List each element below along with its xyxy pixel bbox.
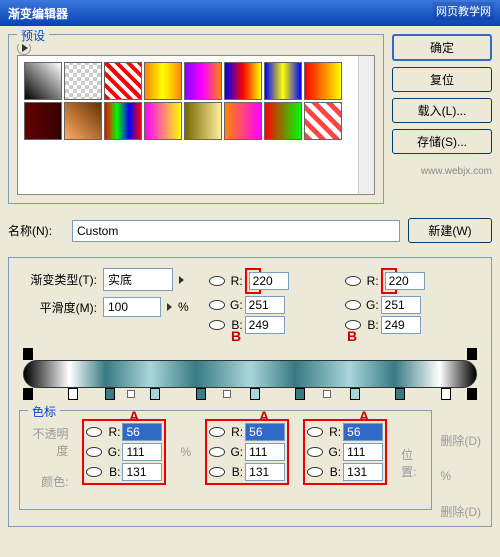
smooth-label: 平滑度(M): <box>19 299 97 316</box>
stops-group: 色标 不透明度 颜色: R: G: B: % R: <box>19 410 432 510</box>
radio-g[interactable] <box>86 447 102 457</box>
color-stop[interactable] <box>68 388 78 400</box>
a3-g[interactable] <box>343 443 383 461</box>
swatch[interactable] <box>24 62 62 100</box>
swatch[interactable] <box>144 102 182 140</box>
watermark: 网页教学网 <box>433 2 494 20</box>
color-stop[interactable] <box>350 388 360 400</box>
opacity-label: 不透明度 <box>26 425 68 459</box>
swatch[interactable] <box>304 62 342 100</box>
midpoint[interactable] <box>127 390 135 398</box>
a1-r[interactable] <box>122 423 162 441</box>
swatch[interactable] <box>304 102 342 140</box>
load-button[interactable]: 载入(L)... <box>392 98 492 123</box>
titlebar: 渐变编辑器 <box>0 0 500 26</box>
color-stop[interactable] <box>395 388 405 400</box>
a2-b[interactable] <box>245 463 285 481</box>
color-stop[interactable] <box>105 388 115 400</box>
swatch[interactable] <box>64 102 102 140</box>
name-input[interactable] <box>72 220 400 242</box>
color-stop[interactable] <box>441 388 451 400</box>
radio-r[interactable] <box>345 276 361 286</box>
marker-b: B <box>231 328 241 344</box>
name-label: 名称(N): <box>8 222 64 239</box>
opacity-stop[interactable] <box>23 348 33 360</box>
radio-r[interactable] <box>209 276 225 286</box>
delete-button-1[interactable]: 删除(D) <box>440 432 481 449</box>
a3-r[interactable] <box>343 423 383 441</box>
midpoint[interactable] <box>223 390 231 398</box>
a3-b[interactable] <box>343 463 383 481</box>
color-stop[interactable] <box>295 388 305 400</box>
opacity-stop[interactable] <box>467 348 477 360</box>
dialog-body: 预设 <box>0 26 500 535</box>
b1-b[interactable] <box>245 316 285 334</box>
pos-label: 位置: <box>401 446 425 490</box>
swatch[interactable] <box>264 102 302 140</box>
radio-r[interactable] <box>86 427 102 437</box>
swatch[interactable] <box>224 102 262 140</box>
grad-type-label: 渐变类型(T): <box>19 271 97 288</box>
stepper-icon[interactable] <box>167 303 172 311</box>
radio-r[interactable] <box>209 427 225 437</box>
color-stop[interactable] <box>250 388 260 400</box>
a1-b[interactable] <box>122 463 162 481</box>
a2-r[interactable] <box>245 423 285 441</box>
b1-g[interactable] <box>245 296 285 314</box>
swatch[interactable] <box>144 62 182 100</box>
watermark-url: www.webjx.com <box>392 166 492 177</box>
swatch[interactable] <box>24 102 62 140</box>
radio-g[interactable] <box>209 447 225 457</box>
b2-g[interactable] <box>381 296 421 314</box>
marker-b: B <box>347 328 357 344</box>
color-stop[interactable] <box>23 388 33 400</box>
a1-g[interactable] <box>122 443 162 461</box>
delete-column: 删除(D) % 删除(D) <box>440 410 481 520</box>
radio-b[interactable] <box>307 467 323 477</box>
delete-button-2[interactable]: 删除(D) <box>440 503 481 520</box>
radio-g[interactable] <box>209 300 225 310</box>
save-button[interactable]: 存储(S)... <box>392 129 492 154</box>
reset-button[interactable]: 复位 <box>392 67 492 92</box>
gradient-settings: 渐变类型(T): 实底 平滑度(M): % R: G: B: <box>8 257 492 527</box>
swatch[interactable] <box>104 62 142 100</box>
upper-rgb-columns: R: G: B: R: G: B: <box>209 268 421 334</box>
smooth-input[interactable] <box>103 297 161 317</box>
a2-g[interactable] <box>245 443 285 461</box>
color-label: 颜色: <box>26 473 68 490</box>
grad-type-select[interactable]: 实底 <box>103 268 173 291</box>
color-stop[interactable] <box>150 388 160 400</box>
swatch[interactable] <box>184 62 222 100</box>
radio-g[interactable] <box>345 300 361 310</box>
swatch[interactable] <box>104 102 142 140</box>
ok-button[interactable]: 确定 <box>392 34 492 61</box>
radio-b[interactable] <box>86 467 102 477</box>
presets-label: 预设 <box>17 27 49 44</box>
window-title: 渐变编辑器 <box>4 5 496 22</box>
radio-b[interactable] <box>209 467 225 477</box>
preset-swatches[interactable] <box>17 55 375 195</box>
b2-r[interactable] <box>385 272 425 290</box>
new-button[interactable]: 新建(W) <box>408 218 492 243</box>
stops-label: 色标 <box>28 403 60 420</box>
side-buttons: 确定 复位 载入(L)... 存储(S)... www.webjx.com <box>392 34 492 204</box>
dropdown-icon[interactable] <box>179 276 184 284</box>
radio-b[interactable] <box>209 320 225 330</box>
scrollbar[interactable] <box>358 56 374 194</box>
midpoint[interactable] <box>323 390 331 398</box>
pct-label: % <box>178 300 189 314</box>
swatch[interactable] <box>224 62 262 100</box>
color-stop[interactable] <box>467 388 477 400</box>
swatch[interactable] <box>184 102 222 140</box>
gradient-bar[interactable] <box>23 360 477 388</box>
radio-g[interactable] <box>307 447 323 457</box>
presets-group: 预设 <box>8 34 384 204</box>
swatch[interactable] <box>64 62 102 100</box>
b1-r[interactable] <box>249 272 289 290</box>
gradient-bar-area <box>23 346 477 402</box>
color-stop[interactable] <box>196 388 206 400</box>
swatch[interactable] <box>264 62 302 100</box>
radio-r[interactable] <box>307 427 323 437</box>
b2-b[interactable] <box>381 316 421 334</box>
